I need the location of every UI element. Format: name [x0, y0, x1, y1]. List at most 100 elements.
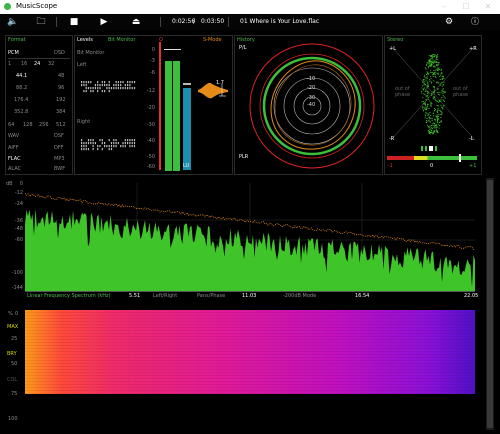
linear-spectrum-mode[interactable]: Linear Frequency Spectrum (kHz) [27, 293, 111, 299]
spectrogram-y-percent: % [8, 311, 13, 317]
level-scale-60: -60 [146, 164, 155, 170]
freq-tick-5-51: 5.51 [129, 293, 141, 299]
open-folder-icon[interactable]: 🗀 [33, 14, 49, 30]
spectrogram-y-25: 25 [11, 336, 18, 342]
rate-176-4: 176.4 [14, 97, 29, 103]
spectrum-y-12: -12 [14, 190, 23, 196]
scrollbar-thumb[interactable] [487, 180, 493, 428]
left-channel-label: Left [77, 62, 87, 68]
spectrum-y-100: -100 [11, 270, 23, 276]
s-mode-label[interactable]: S-Mode [203, 37, 222, 43]
200db-mode[interactable]: -200dB Mode [283, 293, 316, 299]
bry-label: BRY [7, 351, 17, 357]
level-scale-40: -40 [146, 138, 155, 144]
dynamic-range-histogram [198, 82, 228, 99]
peak-indicator-bar [159, 42, 161, 170]
rate-96: 96 [58, 85, 65, 91]
lu-label: LU [183, 163, 190, 169]
out-of-phase-right: out of phase [453, 86, 469, 98]
bit-monitor-subtitle: Bit Monitor [77, 50, 105, 56]
volume-icon[interactable]: 🔈 [5, 14, 21, 30]
time-total: 0:03:50 [201, 18, 225, 25]
spectrogram-y-100: 100 [8, 416, 18, 422]
spectrogram-y-50: 50 [11, 361, 18, 367]
level-scale-20: -20 [146, 105, 155, 111]
window-title: MusicScope [16, 2, 58, 10]
spectrum-plot [25, 183, 475, 291]
dsd-64: 64 [8, 122, 15, 128]
spectrogram-y-75: 75 [11, 391, 18, 397]
codec-flac: FLAC [8, 156, 21, 162]
correlation-meter [387, 156, 477, 160]
bit-depth-32: 32 [48, 61, 55, 67]
codec-dsf: DSF [54, 133, 64, 139]
rate-192: 192 [56, 97, 66, 103]
time-elapsed: 0:02:56 [172, 18, 196, 25]
rate-384: 384 [56, 109, 66, 115]
dsd-256: 256 [39, 122, 49, 128]
close-button[interactable]: ✕ [480, 0, 496, 14]
rate-48: 48 [58, 73, 65, 79]
format-panel: Format PCM DSD 1 16 24 32 44.1 48 88.2 9… [5, 35, 73, 175]
pans-phase-mode[interactable]: Pans/Phase [197, 293, 225, 299]
spectrum-panel: dB 0 -12 -24 -36 -48 -60 -100 -144 Linea… [5, 181, 485, 303]
db-label: dB [6, 181, 13, 187]
right-level-meter [173, 61, 180, 171]
dsd-label: DSD [54, 50, 65, 56]
spectrogram-image [25, 310, 475, 394]
spectrogram-panel: % 0 25 50 75 100 MAX BRY COL [5, 308, 485, 430]
correlation-mid: 0 [430, 163, 434, 169]
level-scale-3: -3 [150, 58, 155, 64]
bit-depth-1: 1 [8, 61, 12, 67]
ring-label-40: -40 [307, 102, 316, 108]
dsd-128: 128 [23, 122, 33, 128]
spectrum-y-60: -60 [14, 237, 23, 243]
peak-hold-line [164, 49, 181, 50]
codec-dff: DFF [54, 145, 64, 151]
eject-button[interactable]: ⏏ [128, 14, 144, 30]
codec-wav: WAV [8, 133, 20, 139]
codec-aiff: AIFF [8, 145, 19, 151]
spectrogram-y-0: 0 [15, 311, 19, 317]
time-separator: / [193, 18, 196, 25]
col-label: COL [7, 377, 18, 383]
spectrum-y-24: -24 [14, 201, 23, 207]
levels-panel: Levels Bit Monitor Q S-Mode Bit Monitor … [74, 35, 233, 175]
spectrum-y-48: -48 [14, 226, 23, 232]
correlation-min: -1 [388, 163, 393, 169]
codec-bwf: BWF [54, 166, 66, 172]
bit-monitor-tab[interactable]: Bit Monitor [108, 37, 135, 43]
info-icon[interactable]: ⓘ [467, 14, 483, 30]
vertical-scrollbar[interactable] [486, 178, 494, 430]
left-level-meter [165, 61, 172, 171]
minimize-button[interactable]: – [436, 0, 452, 14]
maximize-button[interactable]: ☐ [458, 0, 474, 14]
separator [160, 17, 161, 27]
rate-352-8: 352.8 [14, 109, 29, 115]
out-of-phase-left: out of phase [395, 86, 411, 98]
app-logo-icon [4, 3, 11, 10]
rate-88-2: 88.2 [16, 85, 28, 91]
format-title: Format [8, 37, 26, 43]
ring-label-30: -30 [307, 95, 316, 101]
rate-44-1: 44.1 [16, 73, 28, 79]
play-button[interactable]: ▶ [96, 14, 112, 30]
stereo-panel: Stereo +L +R -R -L out of phase out of p… [384, 35, 482, 175]
freq-tick-22-05: 22.05 [464, 293, 479, 299]
left-right-mode[interactable]: Left/Right [153, 293, 177, 299]
ring-label-10: -10 [307, 76, 316, 82]
bit-monitor-grid [81, 81, 136, 151]
loudness-meter [183, 88, 191, 170]
level-scale-30: -30 [146, 122, 155, 128]
loudness-marker [183, 83, 191, 85]
level-scale-50: -50 [146, 154, 155, 160]
correlation-max: +1 [469, 163, 477, 169]
stop-button[interactable]: ■ [66, 14, 82, 30]
bit-depth-24: 24 [34, 61, 41, 67]
pcm-label: PCM [8, 50, 19, 56]
ring-label-20: -20 [307, 85, 316, 91]
codec-mp3: MP3 [54, 156, 65, 162]
settings-gear-icon[interactable]: ⚙ [441, 14, 457, 30]
codec-alac: ALAC [8, 166, 22, 172]
levels-title: Levels [77, 37, 93, 43]
